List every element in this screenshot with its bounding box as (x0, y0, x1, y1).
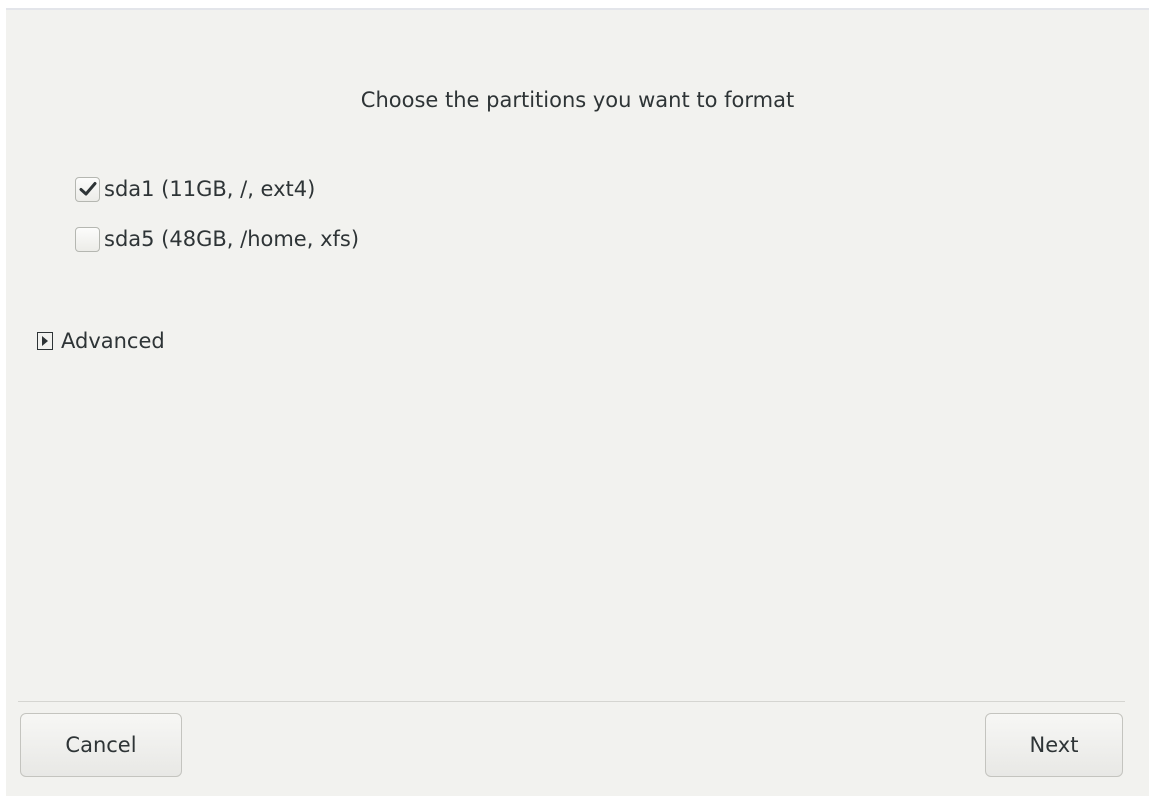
advanced-label: Advanced (61, 329, 165, 353)
expander-arrow-icon (37, 332, 53, 350)
format-partitions-dialog: Choose the partitions you want to format… (6, 8, 1149, 796)
partition-label-sda1: sda1 (11GB, /, ext4) (104, 177, 316, 201)
checkmark-icon (79, 182, 96, 196)
partition-checkbox-sda1[interactable] (75, 176, 100, 202)
partition-checkbox-sda5[interactable] (75, 226, 100, 252)
next-button[interactable]: Next (985, 713, 1123, 777)
cancel-button[interactable]: Cancel (20, 713, 182, 777)
advanced-expander[interactable]: Advanced (37, 326, 165, 356)
dialog-title: Choose the partitions you want to format (360, 88, 795, 112)
partition-label-sda5: sda5 (48GB, /home, xfs) (104, 227, 360, 251)
partition-option-sda5[interactable]: sda5 (48GB, /home, xfs) (75, 224, 359, 254)
partition-option-sda1[interactable]: sda1 (11GB, /, ext4) (75, 174, 315, 204)
button-separator (18, 701, 1125, 702)
